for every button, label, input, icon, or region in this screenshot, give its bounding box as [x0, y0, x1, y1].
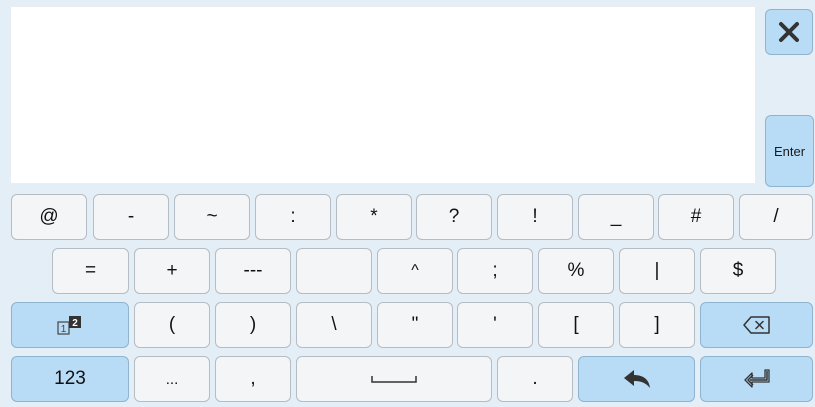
key-caret[interactable]: ^ [377, 248, 453, 294]
key-underscore[interactable]: _ [578, 194, 654, 240]
return-button[interactable] [700, 356, 813, 402]
enter-button[interactable]: Enter [765, 115, 814, 187]
key-percent[interactable]: % [538, 248, 614, 294]
key-backslash[interactable]: \ [296, 302, 372, 348]
key-dollar[interactable]: $ [700, 248, 776, 294]
svg-text:2: 2 [72, 318, 78, 329]
key-left-bracket[interactable]: [ [538, 302, 614, 348]
return-icon [743, 369, 771, 389]
close-icon [778, 21, 800, 43]
backspace-icon [742, 316, 771, 334]
space-bar[interactable] [296, 356, 492, 402]
key-tilde[interactable]: ~ [174, 194, 250, 240]
undo-button[interactable] [578, 356, 695, 402]
enter-label: Enter [773, 143, 806, 159]
key-equals[interactable]: = [52, 248, 129, 294]
key-period[interactable]: . [497, 356, 573, 402]
page-toggle-icon: 1 2 [55, 314, 85, 336]
key-dashes[interactable]: --- [215, 248, 291, 294]
space-bar-icon [371, 374, 417, 384]
key-double-quote[interactable]: " [377, 302, 453, 348]
key-semicolon[interactable]: ; [457, 248, 533, 294]
key-left-paren[interactable]: ( [134, 302, 210, 348]
backspace-button[interactable] [700, 302, 813, 348]
keyboard-panel: Enter @ - ~ : * ? ! _ # / = + --- ^ ; % … [0, 0, 815, 407]
key-colon[interactable]: : [255, 194, 331, 240]
key-single-quote[interactable]: ' [457, 302, 533, 348]
key-hyphen[interactable]: - [93, 194, 169, 240]
close-button[interactable] [765, 9, 813, 55]
key-asterisk[interactable]: * [336, 194, 412, 240]
key-exclamation[interactable]: ! [497, 194, 573, 240]
key-blank[interactable] [296, 248, 372, 294]
key-question[interactable]: ? [416, 194, 492, 240]
page-toggle-button[interactable]: 1 2 [11, 302, 129, 348]
key-ellipsis[interactable]: ... [134, 356, 210, 402]
key-comma[interactable]: , [215, 356, 291, 402]
key-pipe[interactable]: | [619, 248, 695, 294]
key-123[interactable]: 123 [11, 356, 129, 402]
key-right-paren[interactable]: ) [215, 302, 291, 348]
key-hash[interactable]: # [658, 194, 734, 240]
text-input-area[interactable] [10, 6, 756, 184]
svg-text:1: 1 [61, 324, 67, 335]
key-right-bracket[interactable]: ] [619, 302, 695, 348]
key-slash[interactable]: / [739, 194, 813, 240]
key-plus[interactable]: + [134, 248, 210, 294]
undo-icon [622, 368, 652, 390]
key-at[interactable]: @ [11, 194, 87, 240]
